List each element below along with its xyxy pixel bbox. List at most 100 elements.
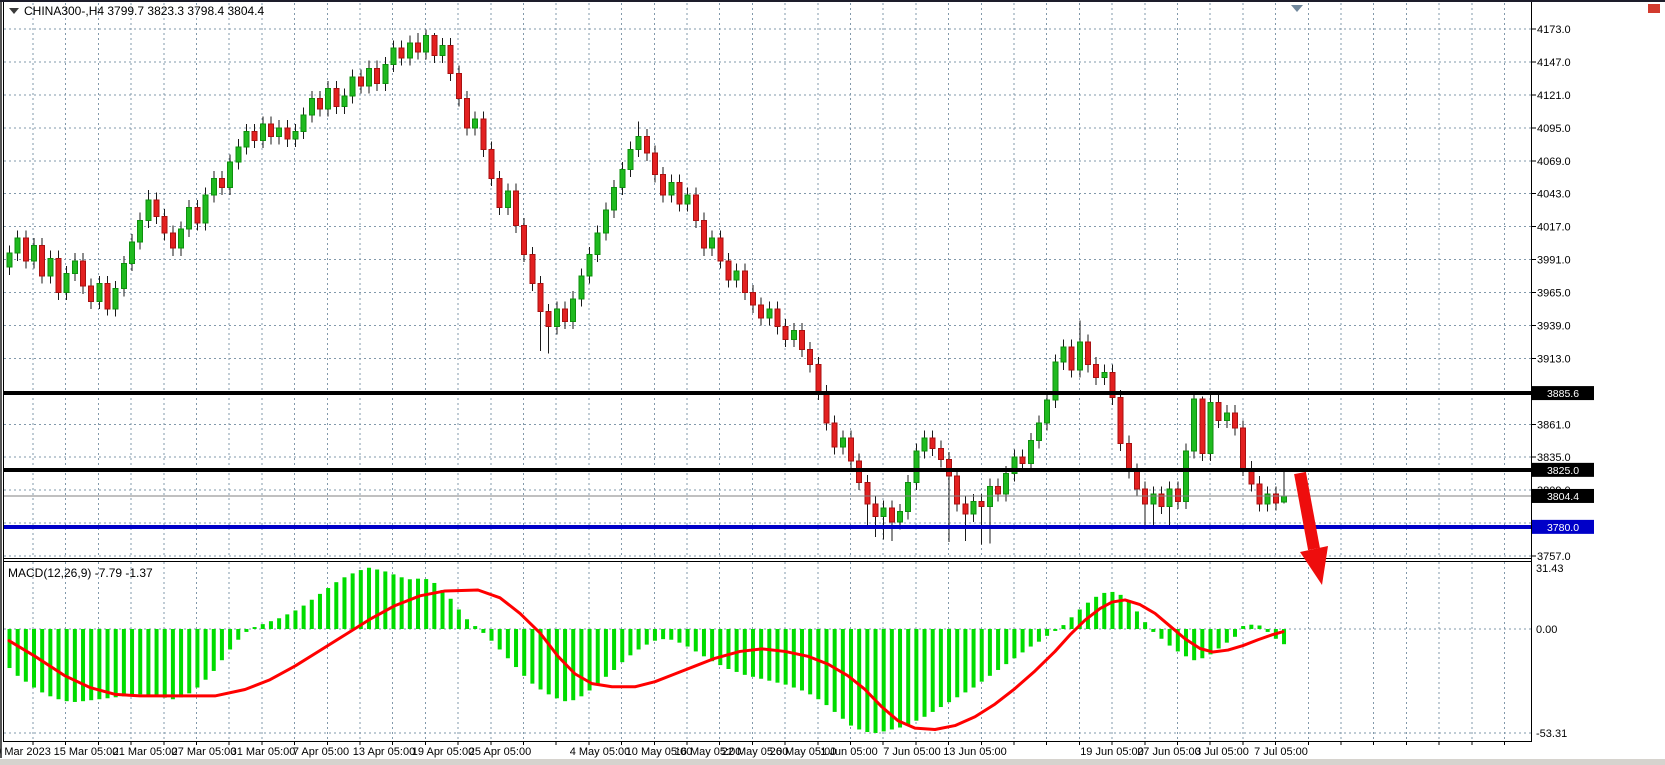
macd-histogram-bar [155,629,159,696]
candlestick [808,350,813,365]
price-axis-label: 4043.0 [1537,189,1571,201]
candlestick [881,508,886,517]
candlestick [865,483,870,505]
candlestick [661,175,666,195]
candlestick [1216,403,1221,421]
trading-chart-canvas[interactable]: 4173.04147.04121.04095.04069.04043.04017… [0,0,1665,765]
candlestick [1143,489,1148,504]
macd-histogram-bar [212,629,216,671]
macd-histogram-bar [310,600,314,629]
candlestick [244,132,249,147]
macd-histogram-bar [645,629,649,645]
candlestick [1004,474,1009,494]
candlestick [465,99,470,128]
candlestick [1265,494,1270,504]
candlestick [1151,494,1156,504]
candlestick [138,220,143,242]
close-chart-button[interactable] [1648,4,1660,13]
candlestick [440,45,445,55]
price-badge-label: 3804.4 [1547,491,1579,503]
macd-histogram-bar [996,629,1000,670]
candlestick [179,229,184,248]
candlestick [1273,494,1278,503]
candlestick [130,242,135,264]
macd-histogram-bar [874,629,878,733]
macd-histogram-bar [285,614,289,629]
candlestick [375,68,380,83]
macd-histogram-bar [1200,629,1204,658]
candlestick [1257,484,1262,504]
macd-histogram-bar [686,629,690,647]
time-axis-label: 21 Mar 05:00 [113,746,178,758]
candlestick [72,261,77,274]
macd-histogram-bar [1053,629,1057,631]
candlestick [971,502,976,515]
time-axis-label: 31 Mar 05:00 [231,746,296,758]
candlestick [979,502,984,507]
candlestick [211,178,216,194]
candlestick [121,263,126,288]
candlestick [783,327,788,340]
candlestick [32,246,37,261]
macd-histogram-bar [669,629,673,640]
macd-histogram-bar [244,629,248,632]
candlestick [816,365,821,393]
candlestick [48,258,53,276]
candlestick [1233,413,1238,428]
symbol-ohlc-label: CHINA300-,H4 3799.7 3823.3 3798.4 3804.4 [24,4,265,18]
macd-histogram-bar [106,629,110,698]
candlestick [268,124,273,137]
candlestick [824,393,829,423]
time-axis-label: 27 Jun 05:00 [1137,746,1201,758]
candlestick [1045,400,1050,423]
candlestick [685,195,690,204]
candlestick [914,451,919,483]
macd-histogram-bar [1012,629,1016,658]
candlestick [693,195,698,220]
time-axis-label: 19 Apr 05:00 [412,746,474,758]
macd-histogram-bar [677,629,681,643]
candlestick [15,238,20,253]
candlestick [612,187,617,210]
macd-histogram-bar [293,610,297,629]
candlestick [734,271,739,280]
macd-histogram-bar [980,629,984,682]
macd-histogram-bar [16,629,20,676]
candlestick [366,68,371,86]
candlestick [1077,342,1082,370]
candlestick [955,476,960,504]
candlestick [252,132,257,141]
candlestick [775,309,780,327]
macd-histogram-bar [972,629,976,688]
macd-histogram-bar [228,629,232,649]
chart-background [0,0,1665,765]
candlestick [1208,403,1213,454]
macd-histogram-bar [253,627,257,629]
candlestick [987,486,992,506]
macd-histogram-bar [465,619,469,629]
macd-histogram-bar [1168,629,1172,646]
candlestick [1028,441,1033,464]
macd-histogram-bar [800,629,804,690]
macd-histogram-bar [359,570,363,629]
time-axis-label: 19 Jun 05:00 [1080,746,1144,758]
macd-histogram-bar [179,629,183,697]
candlestick [726,261,731,280]
candlestick [849,438,854,461]
time-axis-label: 7 Jun 05:00 [883,746,941,758]
candlestick [669,182,674,195]
candlestick [113,289,118,309]
candlestick [358,77,363,86]
price-axis-label: 4017.0 [1537,222,1571,234]
time-axis-label: 7 Apr 05:00 [293,746,349,758]
macd-histogram-bar [825,629,829,705]
candlestick [228,162,233,187]
macd-histogram-bar [620,629,624,662]
candlestick [922,438,927,451]
macd-histogram-bar [269,621,273,629]
macd-label: MACD(12,26,9) -7.79 -1.37 [8,566,153,580]
macd-histogram-bar [351,573,355,629]
candlestick [628,149,633,169]
macd-histogram-bar [163,629,167,698]
price-axis-label: 3939.0 [1537,320,1571,332]
